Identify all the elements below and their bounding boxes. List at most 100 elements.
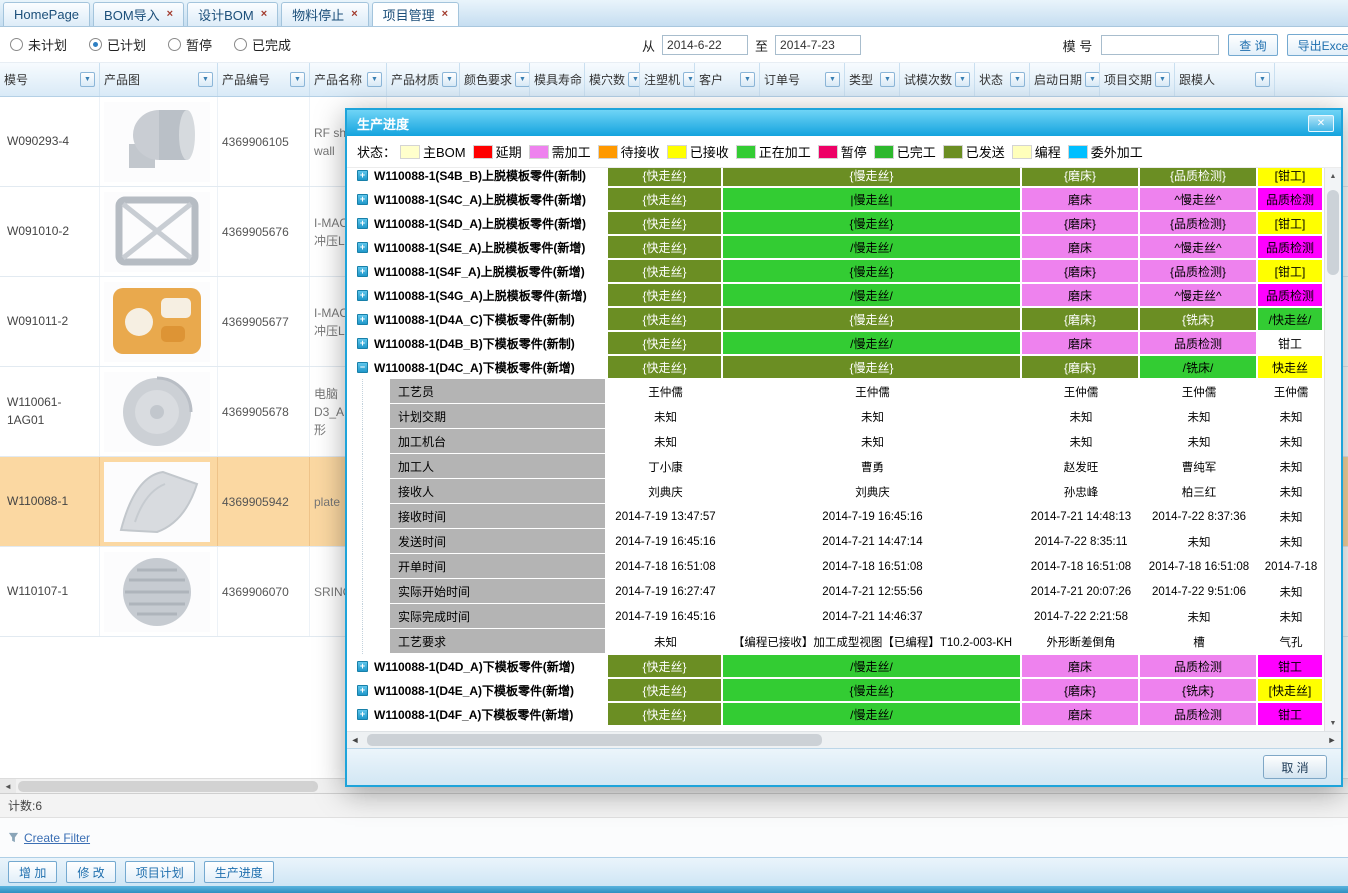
tree-row[interactable]: + W110088-1(D4F_A)下模板零件(新增) {快走丝}/慢走丝/磨床… — [347, 702, 1324, 726]
modify-button[interactable]: 修 改 — [66, 861, 115, 883]
column-filter-icon[interactable]: ▼ — [1085, 72, 1100, 87]
vscroll-thumb[interactable] — [1327, 190, 1339, 275]
tab-项目管理[interactable]: 项目管理 × — [372, 2, 459, 26]
create-filter-link[interactable]: Create Filter — [24, 831, 90, 845]
expander-icon[interactable]: + — [357, 709, 368, 720]
column-filter-icon[interactable]: ▼ — [740, 72, 755, 87]
expander-icon[interactable]: + — [357, 194, 368, 205]
tree-row[interactable]: + W110088-1(D4B_B)下模板零件(新制) {快走丝}/慢走丝/磨床… — [347, 331, 1324, 355]
mold-no-cell: W110107-1 — [0, 547, 100, 636]
radio-已计划[interactable]: 已计划 — [89, 35, 146, 54]
column-header-跟模人[interactable]: 跟模人 ▼ — [1175, 63, 1275, 96]
tree-row[interactable]: + W110088-1(D4A_C)下模板零件(新制) {快走丝}{慢走丝}{磨… — [347, 307, 1324, 331]
process-cell: /慢走丝/ — [723, 703, 1020, 725]
date-to-input[interactable] — [775, 35, 861, 55]
search-button[interactable]: 查 询 — [1228, 34, 1277, 56]
product-no-cell: 4369906105 — [218, 97, 310, 186]
plate-part-image — [104, 462, 210, 542]
radio-暂停[interactable]: 暂停 — [168, 35, 212, 54]
column-filter-icon[interactable]: ▼ — [442, 72, 457, 87]
process-cell: 品质检测 — [1140, 703, 1256, 725]
tree-row[interactable]: + W110088-1(D4E_A)下模板零件(新增) {快走丝}{慢走丝}{磨… — [347, 678, 1324, 702]
expander-icon[interactable]: + — [357, 338, 368, 349]
expander-icon[interactable]: + — [357, 170, 368, 181]
tree-row[interactable]: + W110088-1(S4G_A)上脱模板零件(新增) {快走丝}/慢走丝/磨… — [347, 283, 1324, 307]
column-header-产品名称[interactable]: 产品名称 ▼ — [310, 63, 387, 96]
tab-close-icon[interactable]: × — [261, 9, 267, 20]
column-filter-icon[interactable]: ▼ — [880, 72, 895, 87]
column-header-订单号[interactable]: 订单号 ▼ — [760, 63, 845, 96]
radio-未计划[interactable]: 未计划 — [10, 35, 67, 54]
column-filter-icon[interactable]: ▼ — [955, 72, 970, 87]
column-header-类型[interactable]: 类型 ▼ — [845, 63, 900, 96]
cancel-button[interactable]: 取 消 — [1263, 755, 1327, 779]
expander-icon[interactable]: + — [357, 661, 368, 672]
export-excel-button[interactable]: 导出Excel — [1287, 34, 1348, 56]
tree-row[interactable]: + W110088-1(S4E_A)上脱模板零件(新增) {快走丝}/慢走丝/磨… — [347, 235, 1324, 259]
tree-row[interactable]: + W110088-1(S4B_B)上脱模板零件(新制) {快走丝}{慢走丝}{… — [347, 168, 1324, 187]
scroll-right-icon[interactable]: ► — [1324, 735, 1340, 745]
column-header-颜色要求[interactable]: 颜色要求 ▼ — [460, 63, 530, 96]
close-icon[interactable]: ✕ — [1308, 115, 1334, 132]
column-filter-icon[interactable]: ▼ — [367, 72, 382, 87]
add-button[interactable]: 增 加 — [8, 861, 57, 883]
column-header-模穴数[interactable]: 模穴数 ▼ — [585, 63, 640, 96]
expander-icon[interactable]: + — [357, 218, 368, 229]
column-header-产品图[interactable]: 产品图 ▼ — [100, 63, 218, 96]
date-from-input[interactable] — [662, 35, 748, 55]
column-header-启动日期[interactable]: 启动日期 ▼ — [1030, 63, 1100, 96]
column-header-客户[interactable]: 客户 ▼ — [695, 63, 760, 96]
column-filter-icon[interactable]: ▼ — [515, 72, 530, 87]
column-header-产品编号[interactable]: 产品编号 ▼ — [218, 63, 310, 96]
process-cell: {磨床} — [1022, 356, 1138, 378]
expander-icon[interactable]: + — [357, 290, 368, 301]
scroll-down-icon[interactable]: ▼ — [1325, 715, 1341, 731]
column-header-试模次数[interactable]: 试模次数 ▼ — [900, 63, 975, 96]
hscroll-thumb[interactable] — [18, 781, 318, 792]
tree-row[interactable]: + W110088-1(S4D_A)上脱模板零件(新增) {快走丝}{慢走丝}{… — [347, 211, 1324, 235]
column-filter-icon[interactable]: ▼ — [198, 72, 213, 87]
tree-row[interactable]: + W110088-1(D4D_A)下模板零件(新增) {快走丝}/慢走丝/磨床… — [347, 654, 1324, 678]
detail-row: 接收时间 2014-7-19 13:47:572014-7-19 16:45:1… — [347, 504, 1324, 529]
tab-设计BOM[interactable]: 设计BOM × — [187, 2, 278, 26]
tree-row[interactable]: − W110088-1(D4C_A)下模板零件(新增) {快走丝}{慢走丝}{磨… — [347, 355, 1324, 379]
scroll-up-icon[interactable]: ▲ — [1325, 168, 1341, 184]
tab-close-icon[interactable]: × — [167, 9, 173, 20]
mold-no-input[interactable] — [1101, 35, 1219, 55]
tab-BOM导入[interactable]: BOM导入 × — [93, 2, 184, 26]
column-header-项目交期[interactable]: 项目交期 ▼ — [1100, 63, 1175, 96]
column-filter-icon[interactable]: ▼ — [1010, 72, 1025, 87]
column-header-注塑机[interactable]: 注塑机 ▼ — [640, 63, 695, 96]
column-filter-icon[interactable]: ▼ — [628, 72, 640, 87]
scroll-left-icon[interactable]: ◄ — [347, 735, 363, 745]
column-header-产品材质[interactable]: 产品材质 ▼ — [387, 63, 460, 96]
column-filter-icon[interactable]: ▼ — [1155, 72, 1170, 87]
tree-row[interactable]: + W110088-1(S4C_A)上脱模板零件(新增) {快走丝}|慢走丝|磨… — [347, 187, 1324, 211]
expander-icon[interactable]: + — [357, 242, 368, 253]
radio-已完成[interactable]: 已完成 — [234, 35, 291, 54]
detail-value: 刘典庆 — [723, 479, 1022, 504]
expander-icon[interactable]: − — [357, 362, 368, 373]
column-filter-icon[interactable]: ▼ — [80, 72, 95, 87]
column-header-状态[interactable]: 状态 ▼ — [975, 63, 1030, 96]
production-progress-button[interactable]: 生产进度 — [204, 861, 274, 883]
tab-物料停止[interactable]: 物料停止 × — [281, 2, 368, 26]
column-filter-icon[interactable]: ▼ — [1255, 72, 1270, 87]
process-cell: [钳工] — [1258, 260, 1322, 282]
tab-HomePage[interactable]: HomePage — [3, 2, 90, 26]
expander-icon[interactable]: + — [357, 266, 368, 277]
column-filter-icon[interactable]: ▼ — [683, 72, 695, 87]
modal-hscroll-thumb[interactable] — [367, 734, 822, 746]
expander-icon[interactable]: + — [357, 314, 368, 325]
column-filter-icon[interactable]: ▼ — [825, 72, 840, 87]
column-header-模号[interactable]: 模号 ▼ — [0, 63, 100, 96]
column-header-模具寿命[interactable]: 模具寿命 ▼ — [530, 63, 585, 96]
project-plan-button[interactable]: 项目计划 — [125, 861, 195, 883]
expander-icon[interactable]: + — [357, 685, 368, 696]
tree-row[interactable]: + W110088-1(S4F_A)上脱模板零件(新增) {快走丝}{慢走丝}{… — [347, 259, 1324, 283]
scroll-left-icon[interactable]: ◄ — [0, 779, 16, 794]
tab-close-icon[interactable]: × — [351, 9, 357, 20]
column-filter-icon[interactable]: ▼ — [290, 72, 305, 87]
column-label: 颜色要求 — [464, 71, 512, 88]
tab-close-icon[interactable]: × — [442, 9, 448, 20]
